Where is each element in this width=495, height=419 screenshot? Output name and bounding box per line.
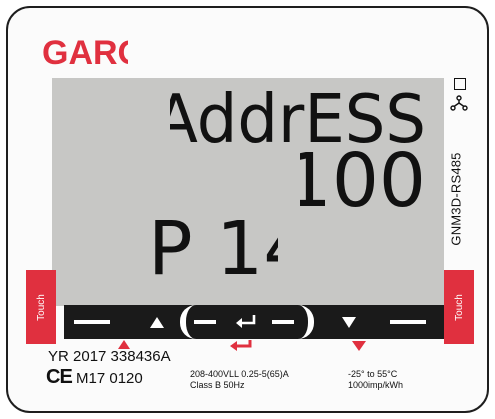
enter-marker-icon [230, 340, 252, 351]
env-spec-2: 1000imp/kWh [348, 380, 404, 390]
touch-right-button[interactable]: Touch [444, 270, 474, 344]
model-label-text: GNM3D-RS485 [448, 152, 464, 246]
lcd-line-2: 100 [300, 144, 426, 212]
down-triangle-icon [342, 317, 356, 328]
enter-arrow-icon [236, 315, 256, 328]
lcd-line-2-text: 100 [300, 144, 426, 212]
garo-logo-icon: GARO [42, 34, 144, 72]
minus-right-key[interactable] [382, 305, 438, 339]
energy-meter-device: GARO AddrESS 100 P 14 GNM3D-RS485 Touch [6, 6, 489, 413]
model-label: GNM3D-RS485 [447, 124, 465, 274]
garo-logo: GARO [42, 34, 144, 72]
cert-number: M17 0120 [76, 370, 143, 387]
lcd-line-1: AddrESS [170, 84, 426, 146]
electrical-spec-2: Class B 50Hz [190, 380, 245, 390]
down-key[interactable] [336, 305, 372, 339]
touch-right-label: Touch [453, 293, 465, 321]
square-icon [454, 78, 466, 90]
touch-left-label: Touch [35, 293, 47, 321]
year-serial: YR 2017 338436A [48, 348, 171, 365]
touch-left-button[interactable]: Touch [26, 270, 56, 344]
minus-right-icon [390, 320, 426, 324]
garo-logo-text: GARO [42, 36, 128, 72]
env-spec-1: -25° to 55°C [348, 369, 398, 379]
minus-left-key[interactable] [68, 305, 118, 339]
up-triangle-icon [150, 317, 164, 328]
ce-mark: CE [46, 366, 73, 388]
enter-key[interactable] [188, 305, 306, 339]
network-icon [450, 95, 468, 111]
lcd-display: AddrESS 100 P 14 [52, 78, 444, 306]
up-key[interactable] [142, 305, 178, 339]
enter-right-dash [272, 320, 294, 324]
lcd-line-1-text: AddrESS [170, 84, 426, 146]
lcd-line-3-text: P 14 [148, 208, 278, 282]
enter-left-dash [194, 320, 216, 324]
down-marker-icon [352, 341, 366, 351]
minus-left-icon [74, 320, 110, 324]
electrical-spec-1: 208-400VLL 0.25-5(65)A [190, 369, 289, 379]
lcd-line-3: P 14 [148, 208, 278, 282]
